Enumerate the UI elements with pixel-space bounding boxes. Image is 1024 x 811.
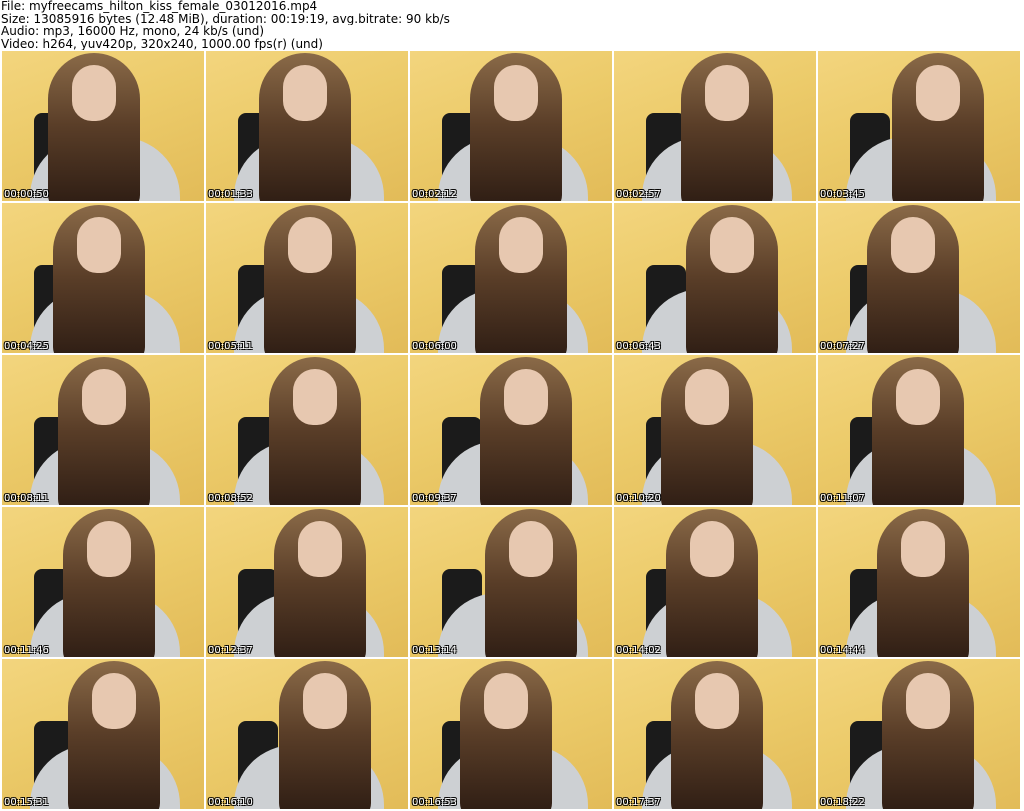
thumbnail-timestamp: 00:10:20 bbox=[616, 493, 661, 504]
thumbnail-timestamp: 00:04:25 bbox=[4, 341, 49, 352]
video-thumbnail: 00:16:53 bbox=[410, 659, 612, 809]
thumbnail-timestamp: 00:13:14 bbox=[412, 645, 457, 656]
video-thumbnail: 00:05:11 bbox=[206, 203, 408, 353]
video-thumbnail: 00:11:07 bbox=[818, 355, 1020, 505]
video-thumbnail: 00:18:22 bbox=[818, 659, 1020, 809]
video-thumbnail: 00:06:00 bbox=[410, 203, 612, 353]
video-thumbnail: 00:08:11 bbox=[2, 355, 204, 505]
thumbnail-timestamp: 00:11:46 bbox=[4, 645, 49, 656]
thumbnail-timestamp: 00:14:44 bbox=[820, 645, 865, 656]
thumbnail-timestamp: 00:03:45 bbox=[820, 189, 865, 200]
video-thumbnail: 00:02:57 bbox=[614, 51, 816, 201]
face-shape bbox=[705, 65, 749, 121]
video-thumbnail: 00:02:12 bbox=[410, 51, 612, 201]
thumbnail-timestamp: 00:07:27 bbox=[820, 341, 865, 352]
thumbnail-timestamp: 00:01:33 bbox=[208, 189, 253, 200]
face-shape bbox=[509, 521, 553, 577]
thumbnail-timestamp: 00:02:57 bbox=[616, 189, 661, 200]
thumbnail-timestamp: 00:09:37 bbox=[412, 493, 457, 504]
file-size-line: Size: 13085916 bytes (12.48 MiB), durati… bbox=[1, 12, 450, 25]
video-thumbnail: 00:07:27 bbox=[818, 203, 1020, 353]
face-shape bbox=[901, 521, 945, 577]
face-shape bbox=[298, 521, 342, 577]
face-shape bbox=[690, 521, 734, 577]
thumbnail-timestamp: 00:18:22 bbox=[820, 797, 865, 808]
video-thumbnail: 00:10:20 bbox=[614, 355, 816, 505]
face-shape bbox=[77, 217, 121, 273]
thumbnail-timestamp: 00:16:10 bbox=[208, 797, 253, 808]
face-shape bbox=[685, 369, 729, 425]
thumbnail-timestamp: 00:14:02 bbox=[616, 645, 661, 656]
thumbnail-timestamp: 00:08:52 bbox=[208, 493, 253, 504]
video-thumbnail: 00:01:33 bbox=[206, 51, 408, 201]
face-shape bbox=[288, 217, 332, 273]
face-shape bbox=[283, 65, 327, 121]
file-name-line: File: myfreecams_hilton_kiss_female_0301… bbox=[1, 0, 318, 13]
face-shape bbox=[504, 369, 548, 425]
face-shape bbox=[303, 673, 347, 729]
video-thumbnail: 00:14:02 bbox=[614, 507, 816, 657]
video-thumbnail: 00:03:45 bbox=[818, 51, 1020, 201]
video-thumbnail: 00:16:10 bbox=[206, 659, 408, 809]
video-thumbnail: 00:04:25 bbox=[2, 203, 204, 353]
thumbnail-timestamp: 00:02:12 bbox=[412, 189, 457, 200]
thumbnail-timestamp: 00:17:37 bbox=[616, 797, 661, 808]
video-thumbnail: 00:17:37 bbox=[614, 659, 816, 809]
face-shape bbox=[906, 673, 950, 729]
video-thumbnail: 00:15:31 bbox=[2, 659, 204, 809]
thumbnail-timestamp: 00:06:00 bbox=[412, 341, 457, 352]
face-shape bbox=[494, 65, 538, 121]
thumbnail-timestamp: 00:12:37 bbox=[208, 645, 253, 656]
face-shape bbox=[87, 521, 131, 577]
thumbnail-grid: 00:00:50 00:01:33 00:02:12 00:02:57 00:03:45… bbox=[0, 49, 1024, 811]
video-thumbnail: 00:14:44 bbox=[818, 507, 1020, 657]
face-shape bbox=[499, 217, 543, 273]
thumbnail-timestamp: 00:00:50 bbox=[4, 189, 49, 200]
audio-info-line: Audio: mp3, 16000 Hz, mono, 24 kb/s (und… bbox=[1, 25, 265, 38]
face-shape bbox=[72, 65, 116, 121]
face-shape bbox=[896, 369, 940, 425]
thumbnail-timestamp: 00:08:11 bbox=[4, 493, 49, 504]
video-thumbnail: 00:08:52 bbox=[206, 355, 408, 505]
thumbnail-timestamp: 00:05:11 bbox=[208, 341, 253, 352]
face-shape bbox=[82, 369, 126, 425]
face-shape bbox=[916, 65, 960, 121]
video-thumbnail: 00:06:43 bbox=[614, 203, 816, 353]
thumbnail-timestamp: 00:11:07 bbox=[820, 493, 865, 504]
video-thumbnail: 00:12:37 bbox=[206, 507, 408, 657]
face-shape bbox=[891, 217, 935, 273]
thumbnail-timestamp: 00:15:31 bbox=[4, 797, 49, 808]
face-shape bbox=[92, 673, 136, 729]
thumbnail-timestamp: 00:06:43 bbox=[616, 341, 661, 352]
face-shape bbox=[484, 673, 528, 729]
video-thumbnail: 00:09:37 bbox=[410, 355, 612, 505]
video-thumbnail: 00:00:50 bbox=[2, 51, 204, 201]
thumbnail-timestamp: 00:16:53 bbox=[412, 797, 457, 808]
face-shape bbox=[293, 369, 337, 425]
video-thumbnail: 00:11:46 bbox=[2, 507, 204, 657]
file-info-header: File: myfreecams_hilton_kiss_female_0301… bbox=[1, 0, 1021, 50]
face-shape bbox=[710, 217, 754, 273]
video-thumbnail: 00:13:14 bbox=[410, 507, 612, 657]
face-shape bbox=[695, 673, 739, 729]
